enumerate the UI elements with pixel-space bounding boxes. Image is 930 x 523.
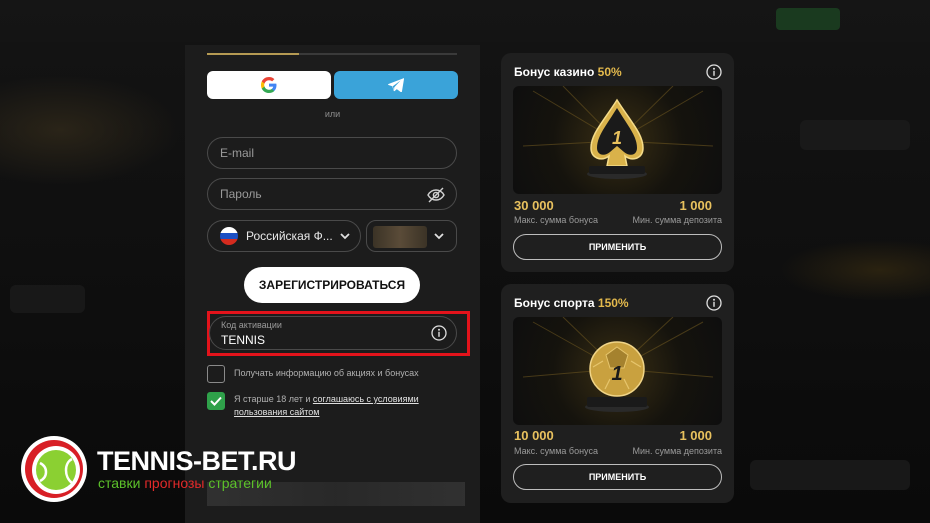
apply-sport-bonus-button[interactable]: ПРИМЕНИТЬ <box>513 464 722 490</box>
password-input[interactable] <box>208 179 408 209</box>
max-bonus-label: Макс. сумма бонуса <box>514 215 598 225</box>
chevron-down-icon <box>434 233 444 240</box>
tagline-part: ставки <box>98 475 145 491</box>
card-title: Бонус казино 50% <box>514 65 622 79</box>
max-bonus-label: Макс. сумма бонуса <box>514 446 598 456</box>
phone-code-select[interactable] <box>366 220 457 252</box>
min-deposit-value: 1 000 <box>679 428 712 443</box>
register-button[interactable]: ЗАРЕГИСТРИРОВАТЬСЯ <box>244 267 420 303</box>
newsletter-label: Получать информацию об акциях и бонусах <box>234 368 419 378</box>
sport-bonus-card: Бонус спорта 150% 1 10 000 Макс. сумма б… <box>501 284 734 503</box>
min-deposit-label: Мин. сумма депозита <box>632 215 723 225</box>
watermark-brand: TENNIS-BET.RU <box>97 446 297 476</box>
football-trophy-icon: 1 <box>513 317 722 425</box>
telegram-login-button[interactable] <box>334 71 458 99</box>
email-input[interactable] <box>208 138 408 168</box>
svg-text:1: 1 <box>612 128 622 148</box>
watermark-tagline: ставки прогнозы стратегии <box>98 475 272 491</box>
promo-code-field[interactable]: Код активации TENNIS <box>209 316 457 350</box>
bonus-percent: 150% <box>597 296 629 310</box>
spade-trophy-icon: 1 <box>513 86 722 194</box>
casino-bonus-card: Бонус казино 50% 1 30 000 Макс. сумма бо… <box>501 53 734 272</box>
promo-code-label: Код активации <box>221 320 282 330</box>
background-button <box>776 8 840 30</box>
password-field[interactable] <box>207 178 457 210</box>
blurred-phone-code <box>373 226 427 248</box>
background-block <box>750 460 910 490</box>
max-bonus-value: 30 000 <box>514 198 554 213</box>
min-deposit-value: 1 000 <box>679 198 712 213</box>
tennis-ball-logo-icon <box>21 436 87 502</box>
age-agreement-label: Я старше 18 лет и соглашаюсь с условиями… <box>234 393 459 419</box>
tab-underline-active <box>207 53 299 55</box>
age-agreement-checkbox[interactable] <box>207 392 225 410</box>
background-block <box>10 285 85 313</box>
svg-text:1: 1 <box>611 363 622 385</box>
divider-text: или <box>324 109 341 119</box>
country-select[interactable]: Российская Ф... <box>207 220 361 252</box>
chevron-down-icon <box>340 233 350 240</box>
promo-code-value[interactable]: TENNIS <box>221 333 265 347</box>
google-icon <box>261 77 277 93</box>
info-icon[interactable] <box>431 325 447 341</box>
bonus-percent: 50% <box>597 65 622 79</box>
card-title: Бонус спорта 150% <box>514 296 629 310</box>
russia-flag-icon <box>220 227 238 245</box>
tagline-part: прогнозы <box>144 475 209 491</box>
eye-off-icon[interactable] <box>426 185 446 205</box>
email-field[interactable] <box>207 137 457 169</box>
newsletter-checkbox[interactable] <box>207 365 225 383</box>
google-login-button[interactable] <box>207 71 331 99</box>
card-title-text: Бонус спорта <box>514 296 598 310</box>
age-agreement-text: Я старше 18 лет и <box>234 394 313 404</box>
info-icon[interactable] <box>706 295 722 311</box>
apply-casino-bonus-button[interactable]: ПРИМЕНИТЬ <box>513 234 722 260</box>
max-bonus-value: 10 000 <box>514 428 554 443</box>
telegram-icon <box>388 78 404 92</box>
info-icon[interactable] <box>706 64 722 80</box>
min-deposit-label: Мин. сумма депозита <box>632 446 723 456</box>
background-block <box>800 120 910 150</box>
country-label: Российская Ф... <box>246 229 333 243</box>
check-icon <box>210 396 222 406</box>
card-title-text: Бонус казино <box>514 65 598 79</box>
tagline-part: стратегии <box>208 475 272 491</box>
